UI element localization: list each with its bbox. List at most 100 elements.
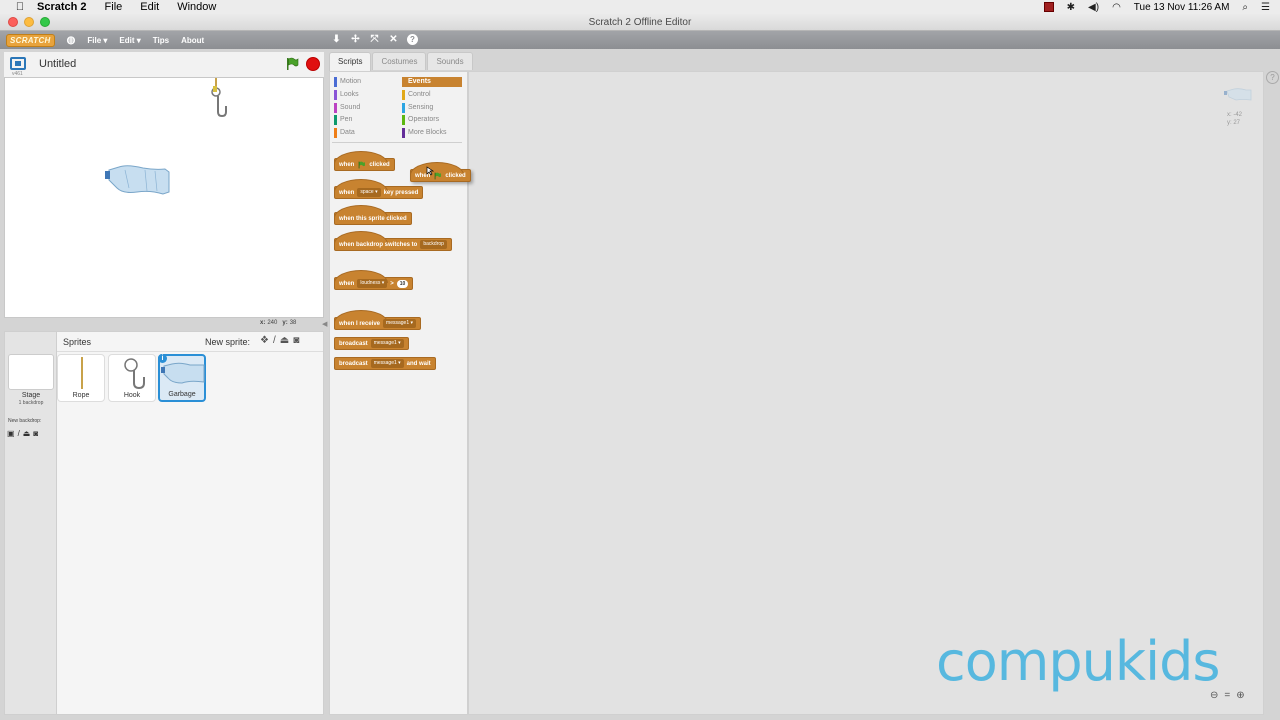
duplicate-stamp-icon[interactable]: ⬇ — [331, 34, 342, 45]
paint-backdrop-icon[interactable]: / — [18, 429, 20, 438]
zoom-out-icon[interactable]: ⊖ — [1210, 690, 1218, 701]
scripts-area[interactable] — [468, 71, 1264, 715]
camera-sprite-icon[interactable]: ◙ — [293, 335, 299, 346]
category-operators[interactable]: Operators — [402, 115, 439, 125]
tips-help-icon[interactable]: ? — [1266, 71, 1279, 84]
category-sound[interactable]: Sound — [334, 103, 360, 113]
volume-icon[interactable]: ◀) — [1088, 2, 1099, 13]
sprite-name: Garbage — [168, 391, 196, 398]
shrink-icon[interactable]: ✕ — [388, 34, 399, 45]
mac-menubar:  Scratch 2 File Edit Window ✱ ◀) ◠ Tue … — [0, 0, 1280, 14]
message-dropdown[interactable]: message1 ▾ — [370, 359, 404, 368]
block-when-loudness[interactable]: when loudness ▾ > 10 — [334, 270, 414, 290]
category-data[interactable]: Data — [334, 128, 355, 138]
sprite-library-icon[interactable]: ❖ — [260, 335, 269, 346]
wifi-icon[interactable]: ◠ — [1112, 2, 1121, 13]
category-events[interactable]: Events — [402, 77, 462, 87]
bluetooth-icon[interactable]: ✱ — [1067, 2, 1075, 13]
zoom-reset-icon[interactable]: = — [1224, 690, 1230, 701]
sensor-dropdown[interactable]: loudness ▾ — [357, 279, 388, 288]
message-dropdown[interactable]: message1 ▾ — [383, 319, 417, 328]
block-when-key-pressed[interactable]: when space ▾ key pressed — [334, 179, 424, 199]
backdrop-library-icon[interactable]: ▣ — [7, 429, 15, 438]
block-when-flag-clicked[interactable]: when clicked — [334, 151, 395, 171]
sprite-tile-garbage[interactable]: i Garbage — [158, 354, 206, 402]
stage-canvas[interactable] — [4, 77, 324, 318]
sprite-name: Rope — [72, 392, 90, 399]
category-sensing[interactable]: Sensing — [402, 103, 433, 113]
stage-label: Stage — [21, 392, 41, 399]
grow-icon[interactable]: ⤧ — [369, 34, 380, 45]
paint-sprite-icon[interactable]: / — [273, 335, 276, 346]
sprite-tile-rope[interactable]: Rope — [57, 354, 105, 402]
garbage-sprite[interactable] — [105, 165, 170, 195]
block-broadcast-and-wait[interactable]: broadcast message1 ▾ and wait — [334, 357, 436, 370]
category-looks[interactable]: Looks — [334, 90, 359, 100]
record-status-icon[interactable] — [1043, 2, 1054, 12]
scratch-menu-file[interactable]: File ▾ — [87, 36, 107, 45]
minimize-window-button[interactable] — [24, 17, 34, 27]
scratch-menu-about[interactable]: About — [181, 36, 204, 45]
category-color-bar — [334, 103, 337, 113]
apple-icon[interactable]:  — [13, 1, 27, 13]
green-flag-icon[interactable] — [285, 57, 299, 71]
language-globe-icon[interactable]: ◍ — [67, 35, 76, 46]
sprite-y: y: 27 — [1227, 120, 1241, 126]
collapse-arrow-icon[interactable]: ◀ — [322, 320, 327, 328]
close-window-button[interactable] — [8, 17, 18, 27]
spotlight-search-icon[interactable]: ⌕ — [1242, 2, 1248, 13]
menu-window[interactable]: Window — [177, 1, 216, 13]
scratch-menu-tips[interactable]: Tips — [153, 36, 169, 45]
editor-tabs: Scripts Costumes Sounds — [329, 52, 474, 71]
stage-backdrop-count: 1 backdrop — [18, 400, 44, 406]
info-icon[interactable]: i — [158, 354, 167, 363]
window-titlebar: Scratch 2 Offline Editor — [0, 14, 1280, 31]
dragged-block-when-flag-clicked[interactable]: when clicked — [410, 162, 471, 182]
upload-backdrop-icon[interactable]: ⏏ — [23, 429, 31, 438]
category-pen[interactable]: Pen — [334, 115, 352, 125]
stage-mouse-coords: x: 240 y: 38 — [260, 320, 297, 326]
stop-button[interactable] — [306, 57, 320, 71]
category-color-bar — [402, 77, 405, 87]
block-when-i-receive[interactable]: when I receive message1 ▾ — [334, 310, 422, 330]
sprites-header: Sprites New sprite: ❖ / ⏏ ◙ — [57, 332, 323, 352]
block-when-backdrop-switches[interactable]: when backdrop switches to backdrop — [334, 231, 452, 251]
sprite-panel: Stage 1 backdrop New backdrop: ▣ / ⏏ ◙ S… — [4, 331, 324, 715]
notification-center-icon[interactable]: ☰ — [1261, 2, 1270, 13]
block-broadcast[interactable]: broadcast message1 ▾ — [334, 337, 409, 350]
zoom-in-icon[interactable]: ⊕ — [1236, 690, 1244, 701]
category-motion[interactable]: Motion — [334, 77, 361, 87]
clock[interactable]: Tue 13 Nov 11:26 AM — [1134, 2, 1230, 13]
menu-app-name[interactable]: Scratch 2 — [37, 1, 87, 13]
hook-sprite[interactable] — [211, 86, 227, 118]
menu-edit[interactable]: Edit — [140, 1, 159, 13]
maximize-window-button[interactable] — [40, 17, 50, 27]
project-title[interactable]: Untitled — [39, 58, 76, 70]
block-help-icon[interactable]: ? — [407, 34, 418, 45]
tab-costumes[interactable]: Costumes — [372, 52, 427, 70]
category-more-blocks[interactable]: More Blocks — [402, 128, 447, 138]
sprite-x: x: -42 — [1227, 112, 1243, 118]
category-color-bar — [334, 128, 337, 138]
loudness-value-input[interactable]: 10 — [396, 279, 409, 288]
tab-sounds[interactable]: Sounds — [427, 52, 473, 70]
sprites-title: Sprites — [63, 337, 92, 347]
menu-file[interactable]: File — [105, 1, 123, 13]
current-sprite-preview — [1224, 88, 1252, 101]
sprite-tile-hook[interactable]: Hook — [108, 354, 156, 402]
scratch-menu-edit[interactable]: Edit ▾ — [119, 36, 140, 45]
backdrop-dropdown[interactable]: backdrop — [420, 240, 447, 249]
tab-scripts[interactable]: Scripts — [329, 52, 372, 71]
delete-cut-icon[interactable]: ✢ — [350, 34, 361, 45]
category-color-bar — [402, 103, 405, 113]
block-when-sprite-clicked[interactable]: when this sprite clicked — [334, 205, 412, 225]
category-color-bar — [334, 77, 337, 87]
presentation-mode-icon[interactable] — [10, 57, 26, 70]
message-dropdown[interactable]: message1 ▾ — [370, 339, 404, 348]
upload-sprite-icon[interactable]: ⏏ — [280, 335, 289, 346]
stage-thumbnail[interactable] — [8, 354, 54, 390]
key-dropdown[interactable]: space ▾ — [357, 188, 381, 197]
category-control[interactable]: Control — [402, 90, 431, 100]
camera-backdrop-icon[interactable]: ◙ — [33, 429, 38, 438]
status-area: ✱ ◀) ◠ Tue 13 Nov 11:26 AM ⌕ ☰ — [1043, 0, 1270, 14]
